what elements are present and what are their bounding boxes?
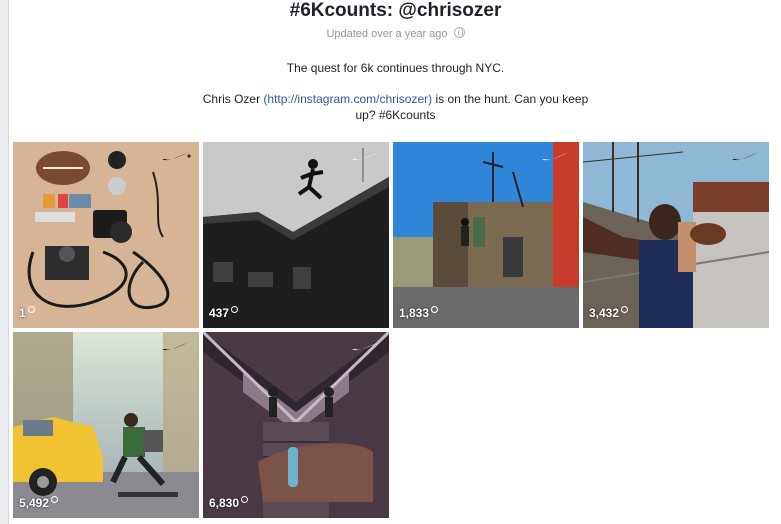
nike-swoosh-icon (352, 152, 379, 161)
photo-count: 1 (19, 306, 35, 320)
description-line-2: Chris Ozer (http://instagram.com/chrisoz… (199, 91, 592, 123)
photo-skateboarder-taxi (13, 332, 199, 518)
photo-count: 5,492 (19, 496, 58, 510)
nike-swoosh-icon (162, 342, 189, 351)
photo-silhouette-jump (203, 142, 389, 328)
post-title: #6Kcounts: @chrisozer (289, 0, 502, 21)
nike-swoosh-icon (162, 152, 191, 161)
post-meta: Updated over a year ago (9, 27, 781, 40)
photo-count: 437 (209, 306, 238, 320)
nike-swoosh-icon (542, 152, 569, 161)
photo-tile[interactable]: 5,492 (13, 332, 199, 518)
photo-tile[interactable]: 1 (13, 142, 199, 328)
author-name: Chris Ozer (202, 92, 261, 106)
photo-camera-gear (13, 142, 199, 328)
globe-icon (453, 27, 465, 38)
photo-tile[interactable]: 1,833 (393, 142, 579, 328)
photo-tile[interactable]: 3,432 (583, 142, 769, 328)
photo-count: 6,830 (209, 496, 248, 510)
photo-tile[interactable]: 6,830 (203, 332, 389, 518)
photo-count: 1,833 (399, 306, 438, 320)
post-card: #6Kcounts: @chrisozer Updated over a yea… (8, 0, 781, 524)
nike-swoosh-icon (732, 152, 759, 161)
instagram-link[interactable]: (http://instagram.com/chrisozer) (263, 92, 432, 106)
nike-swoosh-icon (352, 342, 379, 351)
photo-rooftop-climber (393, 142, 579, 328)
photo-tile[interactable]: 437 (203, 142, 389, 328)
updated-timestamp[interactable]: Updated over a year ago (326, 28, 447, 40)
photo-wristband-stairs (203, 332, 389, 518)
description-line-1: The quest for 6k continues through NYC. (286, 61, 505, 75)
photo-count: 3,432 (589, 306, 628, 320)
photo-football-ship (583, 142, 769, 328)
